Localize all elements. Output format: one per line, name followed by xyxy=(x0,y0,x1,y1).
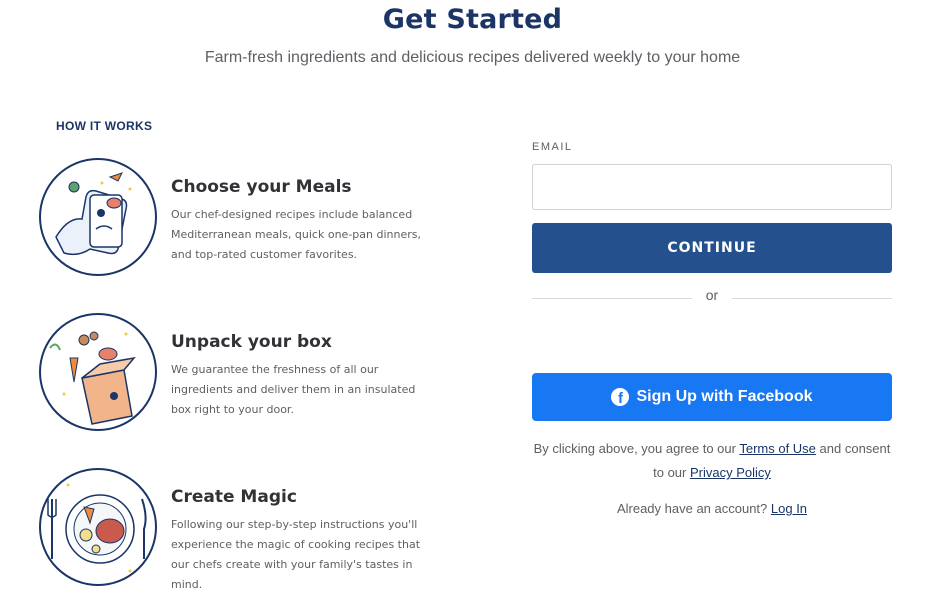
step-unpack-box: Unpack your box We guarantee the freshne… xyxy=(38,312,458,442)
legal-prefix: By clicking above, you agree to our xyxy=(533,441,740,456)
email-label: EMAIL xyxy=(532,141,573,153)
step-description: We guarantee the freshness of all our in… xyxy=(171,363,416,416)
facebook-signup-label: Sign Up with Facebook xyxy=(636,388,813,405)
divider-or: or xyxy=(705,287,719,303)
step-description: Our chef-designed recipes include balanc… xyxy=(171,208,421,261)
page-subtitle: Farm-fresh ingredients and delicious rec… xyxy=(204,49,741,66)
terms-of-use-link[interactable]: Terms of Use xyxy=(739,441,816,456)
step-title: Unpack your box xyxy=(171,332,332,352)
facebook-signup-button[interactable]: f Sign Up with Facebook xyxy=(532,373,892,421)
delivery-box-illustration-icon xyxy=(39,313,157,431)
step-choose-meals: Choose your Meals Our chef-designed reci… xyxy=(38,157,458,287)
divider-line-left xyxy=(532,298,692,299)
step-description: Following our step-by-step instructions … xyxy=(171,518,421,591)
step-create-magic: Create Magic Following our step-by-step … xyxy=(38,467,458,597)
continue-button[interactable]: CONTINUE xyxy=(532,223,892,273)
facebook-icon: f xyxy=(611,388,630,406)
plated-meal-illustration-icon xyxy=(39,468,157,586)
account-prefix: Already have an account? xyxy=(616,501,771,516)
divider-line-right xyxy=(732,298,892,299)
how-it-works-heading: HOW IT WORKS xyxy=(56,119,153,133)
page-title: Get Started xyxy=(382,4,563,35)
step-title: Choose your Meals xyxy=(171,177,352,197)
phone-meals-illustration-icon xyxy=(39,158,157,276)
step-title: Create Magic xyxy=(171,487,297,507)
email-field[interactable] xyxy=(532,164,892,210)
privacy-policy-link[interactable]: Privacy Policy xyxy=(690,465,771,480)
legal-notice: By clicking above, you agree to our Term… xyxy=(532,437,892,485)
login-link[interactable]: Log In xyxy=(771,501,807,516)
existing-account-prompt: Already have an account? Log In xyxy=(532,501,892,516)
